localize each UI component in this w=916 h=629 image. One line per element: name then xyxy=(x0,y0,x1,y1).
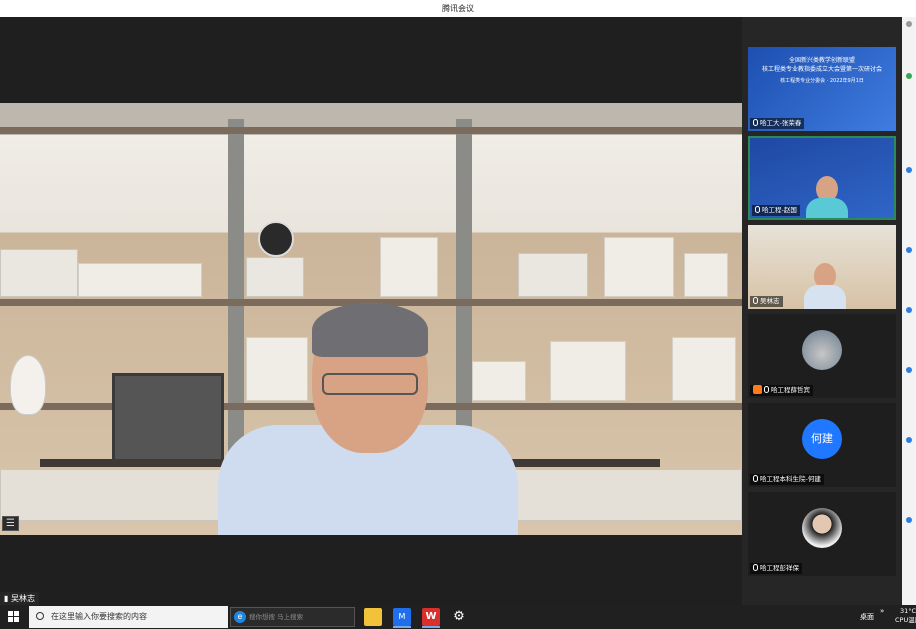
participant-tile[interactable]: 吴林志 xyxy=(748,225,896,309)
speaker-name: 吴林志 xyxy=(10,594,35,603)
status-dot-icon xyxy=(906,73,912,79)
wps-icon[interactable]: W xyxy=(422,608,440,626)
file-explorer-icon[interactable] xyxy=(364,608,382,626)
book-row xyxy=(672,337,736,401)
banner-line: 全国新兴类教学创新联盟 xyxy=(788,57,855,64)
participant-tile-active[interactable]: 哈工程-赵国 xyxy=(748,136,896,220)
storage-box xyxy=(518,253,588,297)
participant-label: 哈工程-赵国 xyxy=(752,205,800,216)
book-row xyxy=(604,237,674,297)
status-dot-icon xyxy=(906,167,912,173)
speaker-person xyxy=(218,303,518,535)
background-window-strip xyxy=(902,17,916,605)
banner-line: 核工程类专业教指委成立大会暨第一次研讨会 xyxy=(761,66,882,73)
participant-label: 哈工程薛哲宾 xyxy=(750,385,813,396)
title-bar: 腾讯会议 xyxy=(0,0,916,17)
participant-avatar-text: 何建 xyxy=(802,419,842,459)
browser-search-box[interactable]: e 搜你想搜 马上搜索 xyxy=(230,607,355,627)
mic-icon xyxy=(755,206,760,213)
user-icon xyxy=(906,21,912,27)
active-app-indicator xyxy=(422,626,440,628)
desktop-toolbar-label[interactable]: 桌面 xyxy=(860,612,874,622)
book-row xyxy=(380,237,438,297)
search-icon xyxy=(36,612,44,620)
banner-line: 核工程类专业分委会 · 2022年9月1日 xyxy=(780,78,864,84)
mic-icon: ▮ xyxy=(4,594,9,603)
window-title: 腾讯会议 xyxy=(442,4,474,13)
book-row xyxy=(550,341,626,401)
status-dot-icon xyxy=(906,307,912,313)
main-video[interactable] xyxy=(0,103,742,535)
main-stage: ☰ ▮ 吴林志 xyxy=(0,17,742,605)
status-dot-icon xyxy=(906,367,912,373)
cpu-temperature-widget[interactable]: 31°C CPU温度 xyxy=(895,607,916,625)
book-stack xyxy=(684,253,728,297)
cpu-label: CPU温度 xyxy=(895,616,916,624)
taskbar-search-box[interactable]: 在这里输入你要搜索的内容 xyxy=(29,606,228,628)
participant-name: 吴林志 xyxy=(760,297,780,305)
participant-body xyxy=(804,285,846,309)
participant-name: 哈工程彭祥保 xyxy=(760,564,799,572)
book-stack xyxy=(78,263,202,297)
browser-hint: 搜你想搜 马上搜索 xyxy=(249,613,304,621)
taskbar: 在这里输入你要搜索的内容 e 搜你想搜 马上搜索 M W ⚙ 桌面 » 31°C… xyxy=(0,605,916,629)
participant-avatar xyxy=(802,508,842,548)
shelf-board xyxy=(0,127,742,134)
overflow-chevron-icon[interactable]: » xyxy=(880,607,884,615)
participant-name: 哈工大-张荣春 xyxy=(760,119,802,127)
storage-box xyxy=(246,257,304,297)
participant-label: 哈工大-张荣春 xyxy=(750,118,805,129)
status-dot-icon xyxy=(906,517,912,523)
participant-tile[interactable]: 哈工程彭祥保 xyxy=(748,492,896,576)
participant-avatar xyxy=(802,330,842,370)
vase xyxy=(10,355,46,415)
participant-name: 哈工程薛哲宾 xyxy=(771,386,810,394)
participant-tile[interactable]: 全国新兴类教学创新联盟 核工程类专业教指委成立大会暨第一次研讨会 核工程类专业分… xyxy=(748,47,896,131)
speaker-hair xyxy=(312,303,428,357)
wall-clock xyxy=(258,221,294,257)
list-icon[interactable]: ☰ xyxy=(2,516,19,531)
laptop xyxy=(112,373,224,465)
participant-name: 哈工程-赵国 xyxy=(762,206,797,214)
settings-gear-icon[interactable]: ⚙ xyxy=(450,608,468,626)
participant-sidebar: 全国新兴类教学创新联盟 核工程类专业教指委成立大会暨第一次研讨会 核工程类专业分… xyxy=(742,17,902,605)
ie-icon: e xyxy=(234,611,246,623)
status-dot-icon xyxy=(906,437,912,443)
mic-icon xyxy=(753,564,758,571)
participant-label: 哈工程彭祥保 xyxy=(750,563,802,574)
windows-start-icon[interactable] xyxy=(8,611,20,623)
mic-icon xyxy=(764,386,769,393)
participant-label: 吴林志 xyxy=(750,296,783,307)
speaker-glasses xyxy=(322,373,418,395)
participant-tile[interactable]: 何建 哈工程本科生院-何建 xyxy=(748,403,896,487)
participant-person xyxy=(804,263,846,309)
search-placeholder: 在这里输入你要搜索的内容 xyxy=(51,612,147,621)
temperature-value: 31°C xyxy=(899,607,916,615)
participant-person xyxy=(806,176,848,218)
participant-label: 哈工程本科生院-何建 xyxy=(750,474,824,485)
mic-icon xyxy=(753,297,758,304)
user-badge-icon xyxy=(753,385,762,394)
participant-body xyxy=(806,198,848,218)
status-dot-icon xyxy=(906,247,912,253)
mic-icon xyxy=(753,475,758,482)
storage-box xyxy=(0,249,78,297)
tencent-meeting-icon[interactable]: M xyxy=(393,608,411,626)
active-app-indicator xyxy=(393,626,411,628)
participant-tile[interactable]: 哈工程薛哲宾 xyxy=(748,314,896,398)
speaker-name-tag: ▮ 吴林志 xyxy=(0,592,39,605)
participant-name: 哈工程本科生院-何建 xyxy=(760,475,821,483)
mic-icon xyxy=(753,119,758,126)
